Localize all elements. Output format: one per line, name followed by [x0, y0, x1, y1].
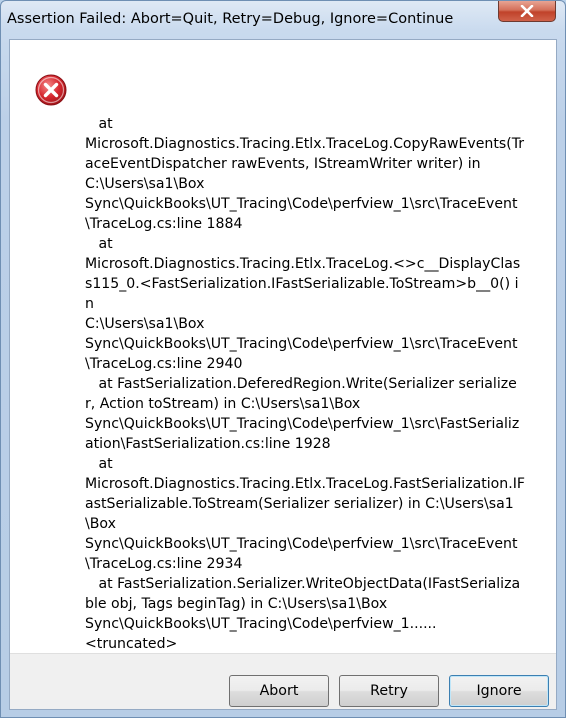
message-line: <truncated>: [85, 636, 178, 652]
message-line: at: [85, 116, 113, 132]
message-line: Sync\QuickBooks\UT_Tracing\Code\perfview…: [85, 416, 520, 452]
retry-button[interactable]: Retry: [339, 675, 439, 707]
message-line: Sync\QuickBooks\UT_Tracing\Code\perfview…: [85, 196, 518, 232]
close-icon: [520, 5, 534, 17]
message-line: Microsoft.Diagnostics.Tracing.Etlx.Trace…: [85, 476, 525, 532]
message-line: Sync\QuickBooks\UT_Tracing\Code\perfview…: [85, 616, 437, 632]
message-line: Microsoft.Diagnostics.Tracing.Etlx.Trace…: [85, 136, 525, 172]
dialog-client-area: at Microsoft.Diagnostics.Tracing.Etlx.Tra…: [9, 39, 557, 710]
ignore-button[interactable]: Ignore: [449, 675, 549, 707]
window-title: Assertion Failed: Abort=Quit, Retry=Debu…: [7, 11, 454, 27]
abort-button[interactable]: Abort: [229, 675, 329, 707]
error-icon: [35, 74, 67, 106]
assertion-dialog-window: Assertion Failed: Abort=Quit, Retry=Debu…: [0, 0, 566, 718]
close-button[interactable]: [498, 1, 556, 22]
message-line: at FastSerialization.Serializer.WriteObj…: [85, 576, 521, 612]
message-line: C:\Users\sa1\Box: [85, 316, 205, 332]
message-line: Sync\QuickBooks\UT_Tracing\Code\perfview…: [85, 536, 518, 572]
message-line: Sync\QuickBooks\UT_Tracing\Code\perfview…: [85, 336, 518, 372]
button-bar: Abort Retry Ignore: [10, 653, 556, 709]
message-line: at: [85, 236, 113, 252]
assertion-message: at Microsoft.Diagnostics.Tracing.Etlx.Tra…: [85, 114, 525, 654]
title-bar[interactable]: Assertion Failed: Abort=Quit, Retry=Debu…: [1, 1, 565, 39]
message-line: C:\Users\sa1\Box: [85, 176, 205, 192]
message-line: Microsoft.Diagnostics.Tracing.Etlx.Trace…: [85, 256, 521, 312]
message-line: at FastSerialization.DeferedRegion.Write…: [85, 376, 517, 412]
message-panel: at Microsoft.Diagnostics.Tracing.Etlx.Tra…: [10, 40, 556, 653]
message-line: at: [85, 456, 113, 472]
